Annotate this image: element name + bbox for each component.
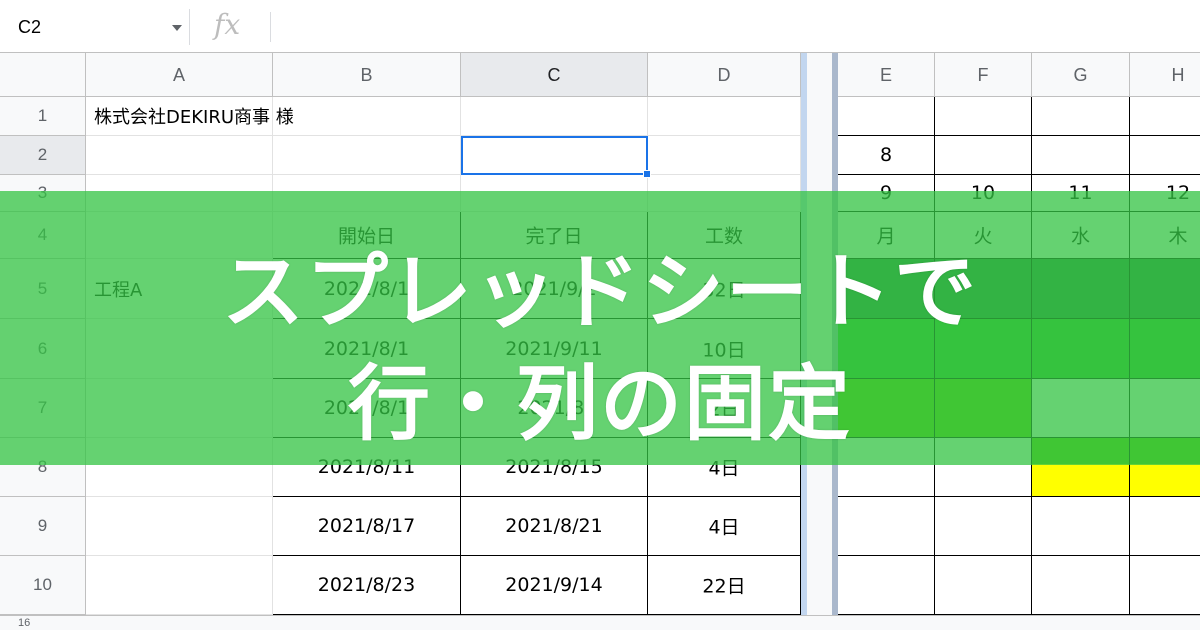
cell-text: 2021/9/14 bbox=[505, 574, 603, 596]
cell-text: 8 bbox=[879, 144, 893, 166]
cell-g9[interactable] bbox=[1032, 497, 1130, 556]
formula-bar: C2 fx bbox=[0, 0, 1200, 53]
fill-handle[interactable] bbox=[643, 170, 651, 178]
cell-e1[interactable] bbox=[838, 97, 935, 136]
cell-h2[interactable] bbox=[1130, 136, 1200, 175]
cell-e9[interactable] bbox=[838, 497, 935, 556]
cell-f9[interactable] bbox=[935, 497, 1032, 556]
cell-b2[interactable] bbox=[273, 136, 461, 175]
name-box-value: C2 bbox=[18, 17, 42, 37]
cell-b9[interactable]: 2021/8/17 bbox=[273, 497, 461, 556]
column-header-f[interactable]: F bbox=[935, 53, 1032, 97]
cell-b1[interactable] bbox=[273, 97, 461, 136]
cell-g2[interactable] bbox=[1032, 136, 1130, 175]
cell-text: 2021/8/17 bbox=[317, 515, 416, 537]
cell-e2[interactable]: 8 bbox=[838, 136, 935, 175]
row-number: 1 bbox=[37, 106, 48, 125]
cell-d1[interactable] bbox=[648, 97, 801, 136]
column-header-g[interactable]: G bbox=[1032, 53, 1130, 97]
cell-text: 2021/8/23 bbox=[317, 574, 416, 596]
select-all-corner[interactable] bbox=[0, 53, 86, 97]
row-header-10[interactable]: 10 bbox=[0, 556, 86, 615]
cell-g1[interactable] bbox=[1032, 97, 1130, 136]
cell-c1[interactable] bbox=[461, 97, 648, 136]
column-header-d[interactable]: D bbox=[648, 53, 801, 97]
cell-h9[interactable] bbox=[1130, 497, 1200, 556]
row-number: 2 bbox=[37, 145, 48, 164]
column-header-e[interactable]: E bbox=[838, 53, 935, 97]
column-header-c[interactable]: C bbox=[461, 53, 648, 97]
column-header-h[interactable]: H bbox=[1130, 53, 1200, 97]
cell-c9[interactable]: 2021/8/21 bbox=[461, 497, 648, 556]
cell-text: 22日 bbox=[702, 575, 746, 598]
cell-g10[interactable] bbox=[1032, 556, 1130, 615]
column-header-b[interactable]: B bbox=[273, 53, 461, 97]
cell-d9[interactable]: 4日 bbox=[648, 497, 801, 556]
cell-f10[interactable] bbox=[935, 556, 1032, 615]
row-number: 16 bbox=[18, 617, 31, 629]
cell-d2[interactable] bbox=[648, 136, 801, 175]
column-header-a[interactable]: A bbox=[86, 53, 273, 97]
cell-c10[interactable]: 2021/9/14 bbox=[461, 556, 648, 615]
cell-text: 4日 bbox=[708, 516, 740, 539]
cell-h1[interactable] bbox=[1130, 97, 1200, 136]
banner-title-line-1: スプレッドシートで bbox=[221, 245, 978, 340]
row-number: 10 bbox=[33, 575, 52, 594]
cell-e10[interactable] bbox=[838, 556, 935, 615]
formula-divider bbox=[270, 12, 271, 42]
row-header-9[interactable]: 9 bbox=[0, 497, 86, 556]
cell-text: 株式会社DEKIRU商事 様 bbox=[94, 107, 294, 128]
row-header-1[interactable]: 1 bbox=[0, 97, 86, 136]
selected-cell-c2[interactable] bbox=[461, 136, 648, 175]
cell-f1[interactable] bbox=[935, 97, 1032, 136]
title-banner: スプレッドシートで 行・列の固定 bbox=[0, 191, 1200, 465]
cell-d10[interactable]: 22日 bbox=[648, 556, 801, 615]
cell-text: 2021/8/21 bbox=[505, 515, 603, 537]
cell-a2[interactable] bbox=[86, 136, 273, 175]
cell-b10[interactable]: 2021/8/23 bbox=[273, 556, 461, 615]
row-header-2[interactable]: 2 bbox=[0, 136, 86, 175]
banner-title-line-2: 行・列の固定 bbox=[347, 357, 852, 452]
function-icon: fx bbox=[214, 8, 241, 41]
cell-a1[interactable]: 株式会社DEKIRU商事 様 bbox=[86, 97, 294, 136]
bottom-row-strip: 16 bbox=[0, 615, 1200, 630]
cell-h10[interactable] bbox=[1130, 556, 1200, 615]
name-box[interactable]: C2 bbox=[6, 9, 190, 45]
row-number: 9 bbox=[37, 516, 48, 535]
chevron-down-icon[interactable] bbox=[172, 25, 182, 31]
cell-a9[interactable] bbox=[86, 497, 273, 556]
cell-f2[interactable] bbox=[935, 136, 1032, 175]
cell-a10[interactable] bbox=[86, 556, 273, 615]
